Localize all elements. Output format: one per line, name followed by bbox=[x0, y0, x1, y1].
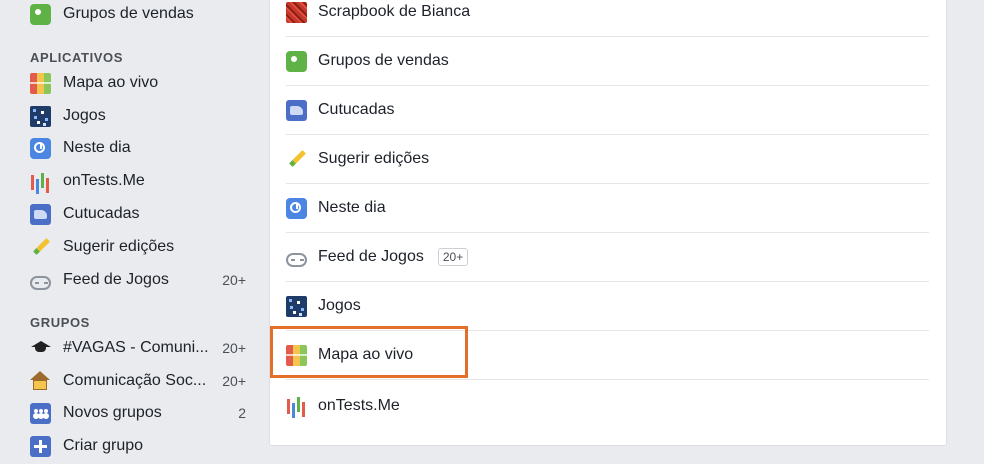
sidebar-item-criar-grupo[interactable]: Criar grupo bbox=[30, 433, 246, 459]
sidebar-item-grupos-de-vendas[interactable]: Grupos de vendas bbox=[30, 1, 246, 27]
gamepad-icon bbox=[30, 276, 51, 290]
clock-icon bbox=[30, 137, 51, 159]
clock-icon bbox=[286, 197, 307, 219]
house-icon bbox=[30, 370, 51, 392]
sidebar-item-neste-dia[interactable]: Neste dia bbox=[30, 135, 246, 161]
list-item-label: onTests.Me bbox=[318, 396, 400, 414]
map-icon bbox=[286, 344, 307, 366]
list-item-sugerir-edicoes[interactable]: Sugerir edições bbox=[286, 135, 929, 184]
sidebar-item-label: Sugerir edições bbox=[63, 238, 175, 255]
list-item-ontests[interactable]: onTests.Me bbox=[286, 381, 929, 430]
list-item-label: Mapa ao vivo bbox=[318, 346, 414, 363]
count-badge: 20+ bbox=[222, 373, 246, 389]
poke-icon bbox=[30, 203, 51, 225]
sidebar-item-label: Neste dia bbox=[63, 139, 131, 156]
count-badge: 20+ bbox=[437, 248, 469, 266]
map-icon bbox=[30, 72, 51, 94]
list-item-label: Grupos de vendas bbox=[318, 52, 449, 69]
sidebar-item-ontests[interactable]: onTests.Me bbox=[30, 168, 246, 194]
plus-icon bbox=[30, 435, 51, 457]
list-item-jogos[interactable]: Jogos bbox=[286, 282, 929, 331]
sidebar-item-label: Criar grupo bbox=[63, 437, 144, 454]
sidebar-item-vagas[interactable]: #VAGAS - Comuni... 20+ bbox=[30, 335, 246, 361]
bars-icon bbox=[286, 395, 307, 416]
poke-icon bbox=[286, 99, 307, 121]
pencil-icon bbox=[30, 237, 51, 258]
list-item-label: Scrapbook de Bianca bbox=[318, 3, 471, 20]
sidebar-item-jogos[interactable]: Jogos bbox=[30, 103, 246, 129]
sidebar-item-mapa-ao-vivo[interactable]: Mapa ao vivo bbox=[30, 70, 246, 96]
games-icon bbox=[30, 105, 51, 127]
tag-icon bbox=[30, 3, 51, 25]
list-item-label: Neste dia bbox=[318, 199, 386, 216]
apps-list-card: Scrapbook de Bianca Grupos de vendas Cut… bbox=[269, 0, 947, 446]
sidebar-item-label: #VAGAS - Comuni... bbox=[63, 339, 209, 356]
list-item-cutucadas[interactable]: Cutucadas bbox=[286, 86, 929, 135]
sidebar-item-label: Mapa ao vivo bbox=[63, 74, 159, 91]
sidebar-item-label: Jogos bbox=[63, 107, 106, 124]
sidebar-item-novos-grupos[interactable]: Novos grupos 2 bbox=[30, 400, 246, 426]
apps-section-header: APLICATIVOS bbox=[30, 50, 124, 65]
gamepad-icon bbox=[286, 253, 307, 267]
left-sidebar: Grupos de vendas APLICATIVOS Mapa ao viv… bbox=[0, 0, 262, 464]
list-item-label: Jogos bbox=[318, 297, 361, 314]
games-icon bbox=[286, 295, 307, 317]
list-item-feed-de-jogos[interactable]: Feed de Jogos 20+ bbox=[286, 233, 929, 282]
bars-icon bbox=[30, 171, 51, 192]
list-item-mapa-ao-vivo[interactable]: Mapa ao vivo bbox=[286, 331, 929, 380]
sidebar-item-cutucadas[interactable]: Cutucadas bbox=[30, 201, 246, 227]
count-badge: 20+ bbox=[222, 340, 246, 356]
count-badge: 20+ bbox=[222, 272, 246, 288]
sidebar-item-label: Cutucadas bbox=[63, 205, 140, 222]
sidebar-item-feed-de-jogos[interactable]: Feed de Jogos 20+ bbox=[30, 267, 246, 293]
tag-icon bbox=[286, 50, 307, 72]
pencil-icon bbox=[286, 149, 307, 170]
sidebar-item-label: Feed de Jogos bbox=[63, 271, 169, 288]
count-badge: 2 bbox=[238, 405, 246, 421]
sidebar-item-label: Grupos de vendas bbox=[63, 5, 194, 22]
groups-section-header: GRUPOS bbox=[30, 315, 90, 330]
sidebar-item-label: Comunicação Soc... bbox=[63, 372, 207, 389]
list-item-label: Sugerir edições bbox=[318, 150, 430, 167]
list-item-neste-dia[interactable]: Neste dia bbox=[286, 184, 929, 233]
group-icon bbox=[30, 402, 51, 424]
list-item-label: Feed de Jogos bbox=[318, 248, 424, 265]
sidebar-item-sugerir-edicoes[interactable]: Sugerir edições bbox=[30, 234, 246, 260]
graduation-cap-icon bbox=[30, 338, 51, 359]
list-item-grupos-de-vendas[interactable]: Grupos de vendas bbox=[286, 37, 929, 86]
sidebar-item-label: Novos grupos bbox=[63, 404, 162, 421]
list-item-scrapbook[interactable]: Scrapbook de Bianca bbox=[286, 0, 929, 37]
scrapbook-icon bbox=[286, 1, 307, 23]
sidebar-item-comunicacao[interactable]: Comunicação Soc... 20+ bbox=[30, 368, 246, 394]
sidebar-item-label: onTests.Me bbox=[63, 172, 145, 189]
list-item-label: Cutucadas bbox=[318, 101, 395, 118]
